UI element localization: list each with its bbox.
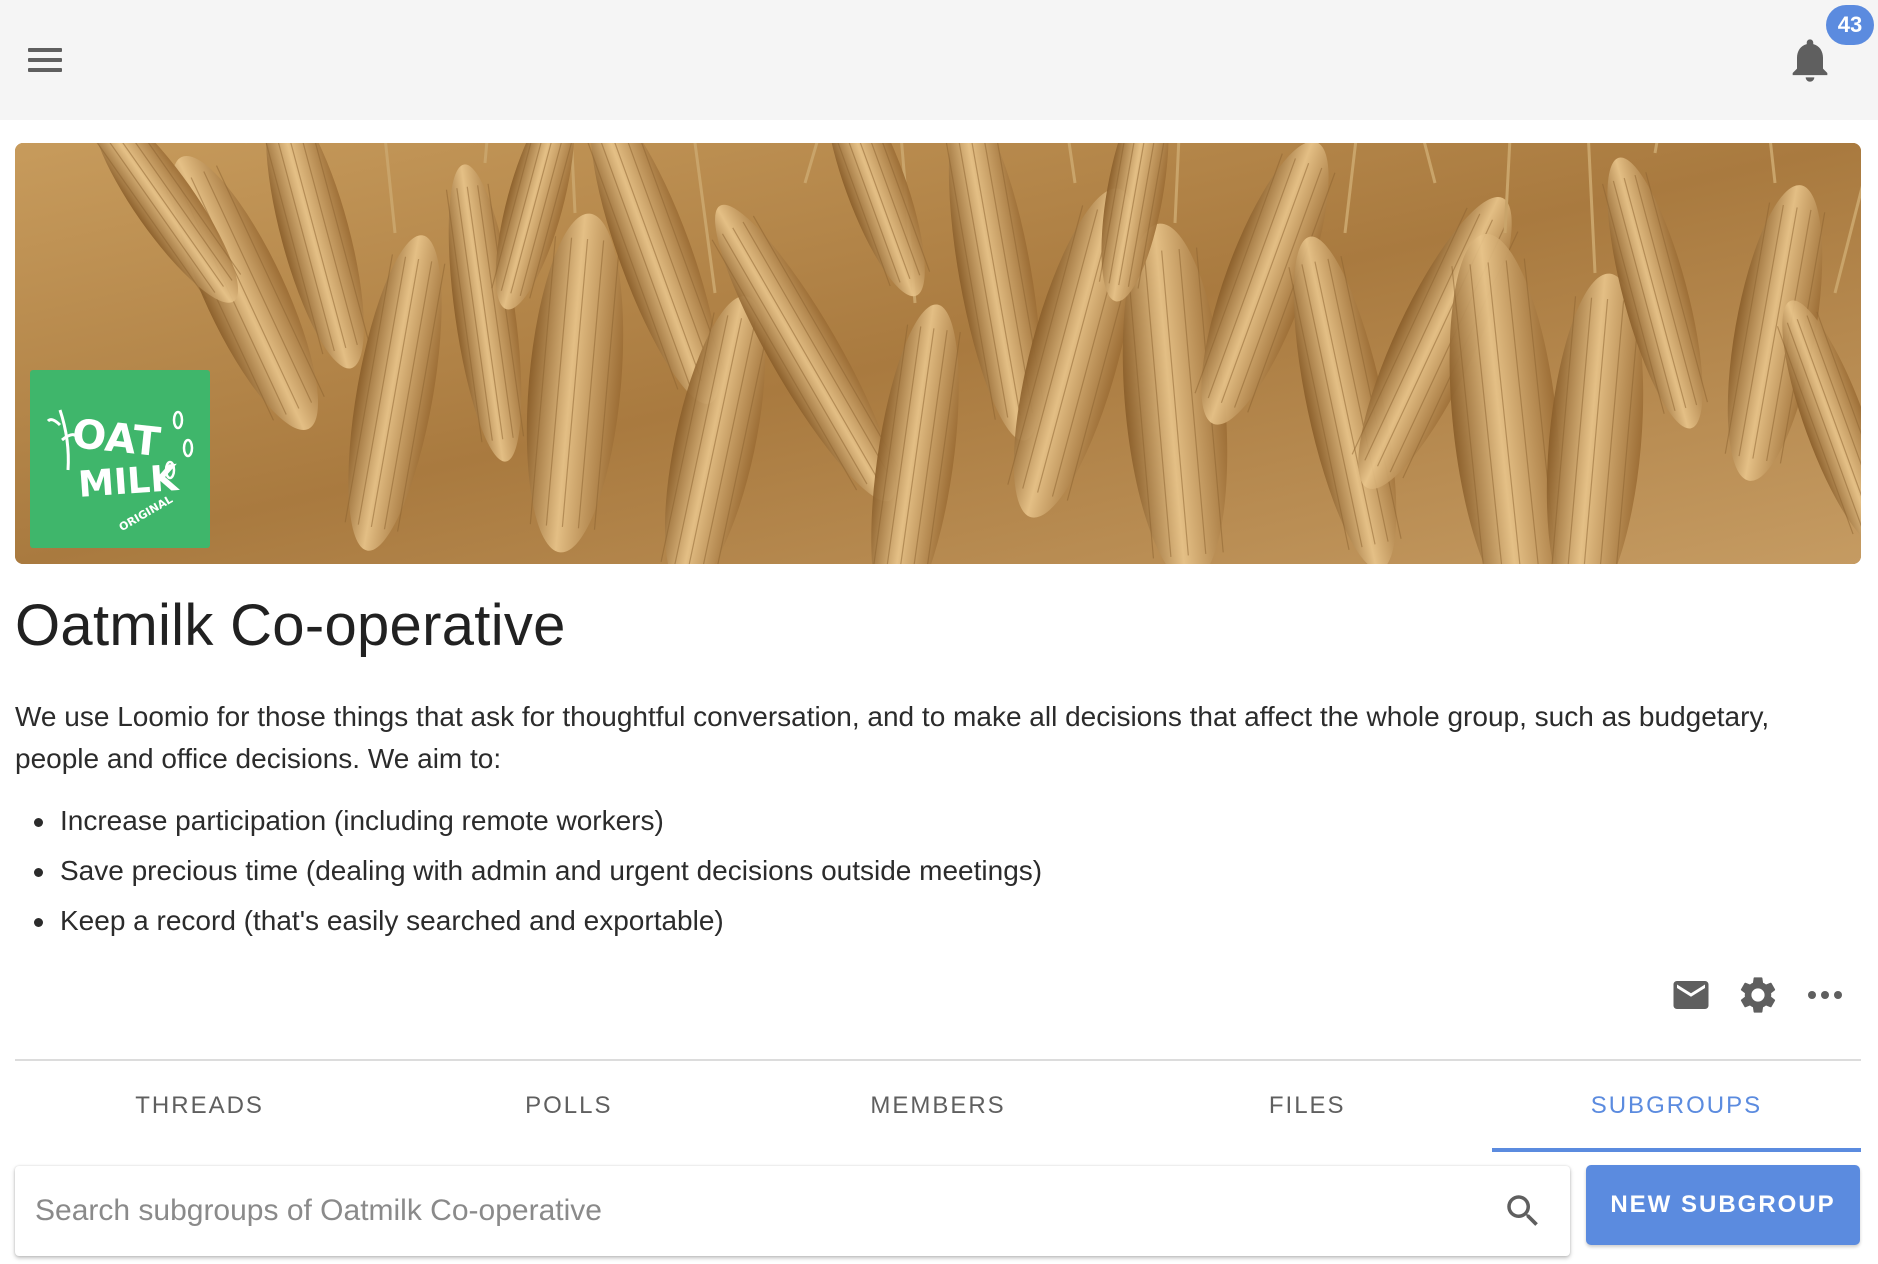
subgroup-search-box: [15, 1166, 1570, 1256]
more-horizontal-icon[interactable]: [1800, 970, 1850, 1020]
group-cover-image: [15, 143, 1861, 564]
tab-files[interactable]: FILES: [1123, 1062, 1492, 1152]
top-bar: 43: [0, 0, 1878, 120]
hamburger-menu-icon[interactable]: [20, 38, 70, 82]
tab-subgroups[interactable]: SUBGROUPS: [1491, 1062, 1862, 1152]
group-actions: [0, 970, 1878, 1020]
new-subgroup-button[interactable]: NEW SUBGROUP: [1586, 1165, 1860, 1245]
subgroup-search-input[interactable]: [35, 1166, 1475, 1256]
group-logo: OAT MILK ORIGINAL: [30, 370, 210, 548]
tab-members[interactable]: MEMBERS: [753, 1062, 1122, 1152]
tab-polls[interactable]: POLLS: [384, 1062, 753, 1152]
divider: [15, 1059, 1861, 1061]
bell-icon[interactable]: [1784, 34, 1836, 86]
tab-threads[interactable]: THREADS: [15, 1062, 384, 1152]
gear-icon[interactable]: [1733, 970, 1783, 1020]
group-tabs: THREADS POLLS MEMBERS FILES SUBGROUPS: [15, 1062, 1862, 1152]
group-title: Oatmilk Co-operative: [15, 593, 566, 658]
goal-item: Keep a record (that's easily searched an…: [30, 900, 1042, 950]
goal-item: Save precious time (dealing with admin a…: [30, 850, 1042, 900]
email-icon[interactable]: [1666, 970, 1716, 1020]
group-description: We use Loomio for those things that ask …: [15, 701, 1770, 774]
notification-count-badge[interactable]: 43: [1826, 5, 1874, 45]
svg-text:OAT: OAT: [70, 411, 163, 466]
goal-item: Increase participation (including remote…: [30, 800, 1042, 850]
search-icon[interactable]: [1502, 1190, 1544, 1232]
goals-list: Increase participation (including remote…: [30, 800, 1042, 950]
